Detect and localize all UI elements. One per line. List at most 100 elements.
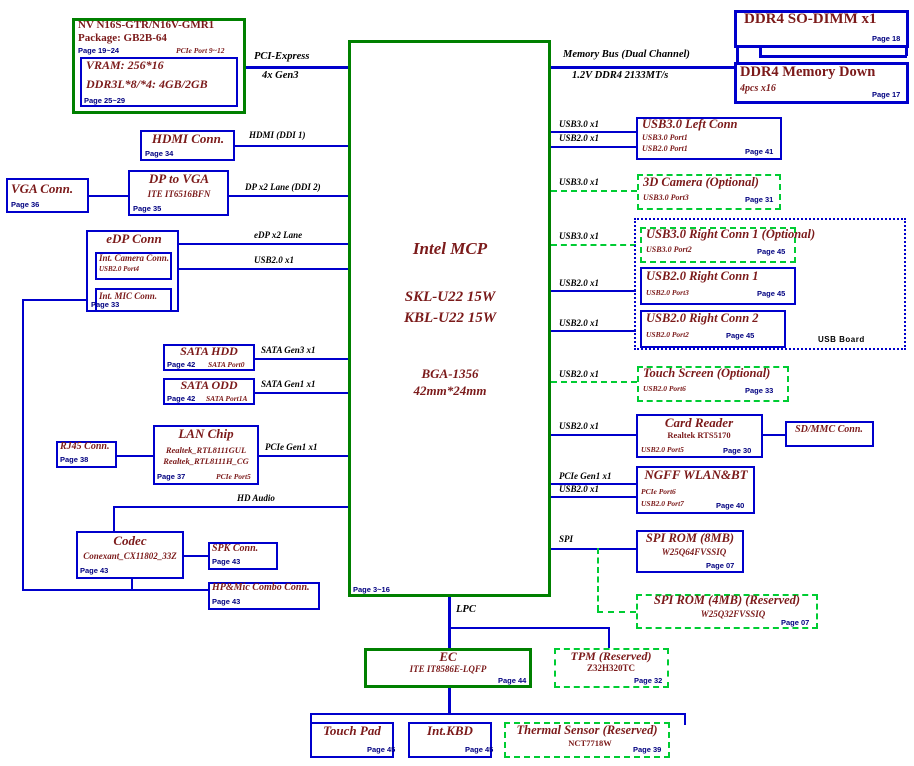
bus-label-touch-screen: USB2.0 x1: [559, 369, 600, 379]
usb20-right2-title: USB2.0 Right Conn 2: [646, 311, 759, 325]
wire-sata-odd: [255, 392, 350, 394]
card-reader-port: USB2.0 Port5: [641, 445, 684, 454]
bus-label-ngff-pcie: PCIe Gen1 x1: [559, 471, 612, 481]
hpmic-title: HP&Mic Combo Conn.: [212, 582, 310, 593]
usb20-right2-page: Page 45: [726, 331, 755, 340]
bus-label-lan-pcie: PCIe Gen1 x1: [265, 442, 318, 452]
wire-lpc-to-tpm: [448, 627, 609, 629]
bus-label-usb30-right1: USB3.0 x1: [559, 231, 600, 241]
usb30-left-page: Page 41: [745, 147, 774, 156]
int-kbd-page: Page 45: [465, 745, 494, 754]
usb20-right1-page: Page 45: [757, 289, 786, 298]
touch-screen-title: Touch Screen (Optional): [643, 366, 771, 380]
gpu-package: Package: GB2B-64: [78, 32, 167, 44]
wire-sodimm-branch: [759, 55, 907, 58]
spi-rom-4mb-title: SPI ROM (4MB) (Reserved): [653, 593, 801, 607]
touch-pad-title: Touch Pad: [323, 723, 381, 738]
bus-label-usb30-left-a: USB3.0 x1: [559, 119, 600, 129]
bus-label-usb30-left-b: USB2.0 x1: [559, 133, 600, 143]
bus-label-memory: Memory Bus (Dual Channel): [563, 49, 690, 60]
tpm-sub: Z32H320TC: [586, 663, 636, 673]
wire-hdmi: [235, 145, 350, 147]
wire-ec-bottom-bus: [310, 713, 684, 715]
wire-vga-to-dp: [89, 195, 128, 197]
thermal-sensor-sub: NCT7718W: [568, 738, 612, 748]
sd-mmc-title: SD/MMC Conn.: [795, 424, 863, 435]
usb20-right1-title: USB2.0 Right Conn 1: [646, 269, 759, 283]
bus-label-spi: SPI: [559, 534, 574, 544]
3d-camera-title: 3D Camera (Optional): [643, 175, 759, 189]
wire-cardreader-to-sdmmc: [763, 434, 785, 436]
3d-camera-sub: USB3.0 Port3: [643, 193, 689, 202]
bus-label-sata-hdd: SATA Gen3 x1: [261, 345, 316, 355]
codec-title: Codec: [113, 533, 147, 548]
bus-label-hd-audio: HD Audio: [237, 493, 275, 503]
lan-chip-page: Page 37: [157, 472, 186, 481]
bus-label-3d-camera: USB3.0 x1: [559, 177, 600, 187]
wire-usb20-right1: [551, 290, 636, 292]
ddr4-sodimm-title: DDR4 SO-DIMM x1: [744, 11, 877, 27]
wire-edp: [179, 243, 350, 245]
thermal-sensor-page: Page 39: [633, 745, 662, 754]
ddr4-down-title: DDR4 Memory Down: [740, 64, 876, 80]
wire-codec-to-hpmic-drop: [131, 579, 133, 589]
wire-usb20-right2: [551, 330, 636, 332]
usb30-right1-sub: USB3.0 Port2: [646, 245, 692, 254]
rj45-title: RJ45 Conn.: [60, 441, 110, 452]
bus-label-camera-usb: USB2.0 x1: [254, 255, 295, 265]
spi-rom-4mb-sub: W25Q32FVSSIQ: [700, 609, 766, 619]
usb30-left-sub2: USB2.0 Port1: [642, 144, 688, 153]
wire-usb30-right1: [551, 244, 636, 246]
wire-ec-down: [448, 688, 451, 713]
wire-spi-reserved-drop: [597, 548, 599, 611]
ec-page: Page 44: [498, 676, 527, 685]
int-mic-title: Int. MIC Conn.: [99, 291, 158, 301]
tpm-page: Page 32: [634, 676, 663, 685]
bus-label-usb20-right2: USB2.0 x1: [559, 318, 600, 328]
ngff-page: Page 40: [716, 501, 745, 510]
mcp-package: BGA-1356: [421, 366, 479, 381]
spi-rom-4mb-page: Page 07: [781, 618, 810, 627]
wire-spi: [551, 548, 636, 550]
mcp-page: Page 3~16: [353, 585, 390, 594]
touch-pad-page: Page 45: [367, 745, 396, 754]
spk-conn-title: SPK Conn.: [212, 543, 259, 554]
tpm-title: TPM (Reserved): [570, 649, 652, 663]
hdmi-conn-page: Page 34: [145, 149, 174, 158]
codec-sub: Conexant_CX11802_33Z: [83, 551, 177, 561]
bus-label-hdmi: HDMI (DDI 1): [249, 130, 306, 140]
hdmi-conn-title: HDMI Conn.: [151, 131, 225, 146]
wire-ngff-usb: [551, 496, 636, 498]
mcp-dimensions: 42mm*24mm: [413, 383, 487, 398]
wire-sata-hdd: [255, 358, 350, 360]
gpu-page: Page 19~24: [78, 46, 120, 55]
mcp-title: Intel MCP: [412, 239, 488, 258]
vga-conn-page: Page 36: [11, 200, 40, 209]
wire-lan-to-mcp: [259, 455, 350, 457]
bus-label-edp: eDP x2 Lane: [254, 230, 303, 240]
gpu-pcie-port: PCIe Port 9~12: [176, 46, 225, 55]
gpu-vram: VRAM: 256*16: [86, 58, 164, 72]
3d-camera-page: Page 31: [745, 195, 774, 204]
sata-odd-port: SATA Port1A: [206, 394, 248, 403]
wire-rj45-to-lan: [117, 455, 153, 457]
ddr4-sodimm-page: Page 18: [872, 34, 901, 43]
vga-conn-title: VGA Conn.: [11, 181, 74, 196]
wire-3d-camera: [551, 190, 637, 192]
usb-board-label: USB Board: [818, 335, 865, 344]
spi-rom-8mb-sub: W25Q64FVSSIQ: [661, 547, 727, 557]
ngff-sub2: USB2.0 Port7: [641, 499, 684, 508]
dp-to-vga-page: Page 35: [133, 204, 162, 213]
int-camera-port: USB2.0 Port4: [99, 265, 140, 273]
bus-label-pci-gen: 4x Gen3: [262, 70, 299, 81]
wire-spi-reserved: [597, 611, 636, 613]
mcp-line2: KBL-U22 15W: [403, 310, 497, 326]
codec-page: Page 43: [80, 566, 109, 575]
spi-rom-8mb-page: Page 07: [706, 561, 735, 570]
gpu-title: NV N16S-GTR/N16V-GMR1: [78, 19, 215, 31]
ngff-title: NGFF WLAN&BT: [644, 467, 748, 482]
wire-gpu-to-mcp: [246, 66, 350, 69]
wire-touch-screen: [551, 381, 637, 383]
ddr4-down-page: Page 17: [872, 90, 901, 99]
wire-card-reader: [551, 434, 636, 436]
